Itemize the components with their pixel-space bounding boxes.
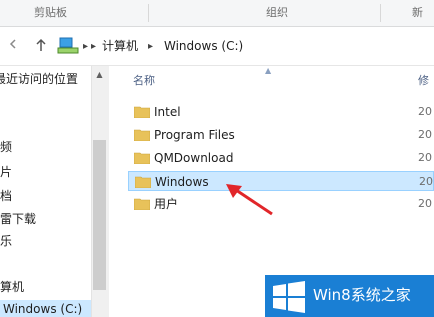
nav-item-windows-drive[interactable]: Windows (C:)	[3, 300, 82, 317]
ribbon-group-bar: 剪贴板 组织 新	[0, 0, 434, 27]
red-arrow-icon	[226, 184, 273, 216]
file-date: 20	[418, 128, 432, 141]
navigation-pane: 最近访问的位置 视频 图片 文档 迅雷下载 音乐 计算机 Windows (C:…	[0, 66, 91, 317]
watermark-text: Win8系统之家	[313, 286, 411, 304]
nav-item-thunder-downloads[interactable]: 迅雷下载	[0, 210, 36, 228]
folder-icon	[134, 106, 150, 118]
computer-icon[interactable]	[57, 37, 79, 55]
ribbon-group-organize: 组织	[266, 6, 288, 19]
file-name: QMDownload	[154, 151, 234, 165]
sort-indicator-icon: ▲	[265, 66, 272, 75]
back-arrow-icon[interactable]	[6, 38, 22, 54]
breadcrumb-chevron-icon[interactable]: ▸	[91, 38, 96, 56]
nav-item-recent[interactable]: 最近访问的位置	[0, 70, 78, 88]
ribbon-divider	[148, 4, 149, 22]
breadcrumb-computer[interactable]: 计算机	[102, 37, 138, 55]
ribbon-divider	[380, 4, 381, 22]
column-header-modified[interactable]: 修	[418, 73, 429, 89]
file-row[interactable]: 用户 20	[128, 194, 434, 214]
file-row[interactable]: QMDownload 20	[128, 148, 434, 168]
up-arrow-icon[interactable]	[33, 38, 49, 54]
scrollbar-thumb[interactable]	[93, 140, 106, 290]
file-name: Program Files	[154, 128, 235, 142]
file-date: 20	[418, 197, 432, 210]
file-name: Windows	[155, 175, 209, 189]
nav-item-videos[interactable]: 视频	[0, 138, 12, 156]
folder-icon	[135, 176, 151, 188]
file-date: 20	[418, 105, 432, 118]
file-row[interactable]: Program Files 20	[128, 125, 434, 145]
ribbon-group-new: 新	[412, 6, 423, 19]
file-date: 20	[418, 151, 432, 164]
nav-item-pictures[interactable]: 图片	[0, 163, 12, 181]
windows-logo-icon	[273, 281, 305, 313]
nav-item-music[interactable]: 音乐	[0, 232, 12, 250]
breadcrumb-chevron-icon[interactable]: ▸	[148, 38, 153, 56]
folder-icon	[134, 129, 150, 141]
nav-item-computer[interactable]: 计算机	[0, 278, 24, 296]
ribbon-group-clipboard: 剪贴板	[34, 6, 67, 19]
breadcrumb-drive[interactable]: Windows (C:)	[164, 37, 243, 55]
file-name: 用户	[154, 197, 179, 211]
file-row[interactable]: Intel 20	[128, 102, 434, 122]
file-row-selected[interactable]: Windows 20	[128, 171, 434, 191]
folder-icon	[134, 152, 150, 164]
nav-item-documents[interactable]: 文档	[0, 187, 12, 205]
folder-icon	[134, 198, 150, 210]
scroll-up-icon[interactable]: ▲	[91, 68, 108, 82]
breadcrumb-chevron-icon[interactable]: ▸	[83, 38, 88, 56]
column-header-name[interactable]: 名称	[133, 73, 155, 89]
file-date: 20	[419, 175, 433, 188]
file-name: Intel	[154, 105, 181, 119]
